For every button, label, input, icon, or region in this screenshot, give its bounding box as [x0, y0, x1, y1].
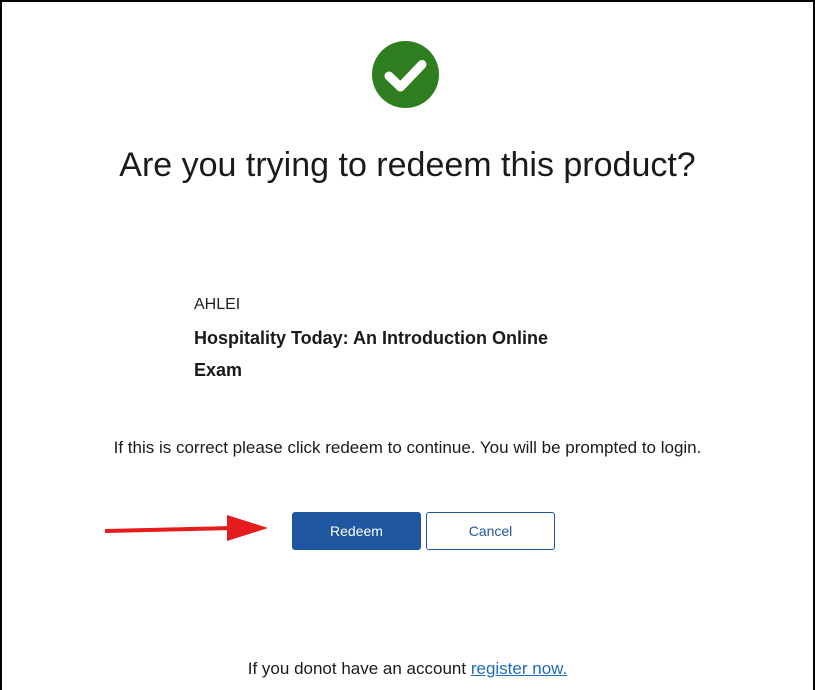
cancel-button[interactable]: Cancel — [426, 512, 555, 550]
product-name: Hospitality Today: An Introduction Onlin… — [194, 322, 614, 386]
product-info: AHLEI Hospitality Today: An Introduction… — [194, 294, 614, 386]
register-now-link[interactable]: register now. — [471, 659, 567, 678]
redeem-dialog: Are you trying to redeem this product? A… — [0, 0, 815, 690]
instruction-text: If this is correct please click redeem t… — [113, 438, 702, 457]
dialog-title: Are you trying to redeem this product? — [119, 146, 696, 184]
redeem-button[interactable]: Redeem — [292, 512, 421, 550]
red-arrow-annotation-icon — [105, 515, 268, 541]
cancel-button-label: Cancel — [468, 523, 513, 539]
product-name-line2: Exam — [194, 360, 243, 380]
check-circle-icon — [372, 41, 439, 108]
product-name-line1: Hospitality Today: An Introduction Onlin… — [194, 328, 548, 348]
product-vendor: AHLEI — [194, 296, 241, 313]
redeem-button-label: Redeem — [330, 523, 383, 539]
register-prompt-text: If you donot have an account — [247, 659, 471, 678]
register-prompt: If you donot have an account register no… — [2, 659, 813, 679]
